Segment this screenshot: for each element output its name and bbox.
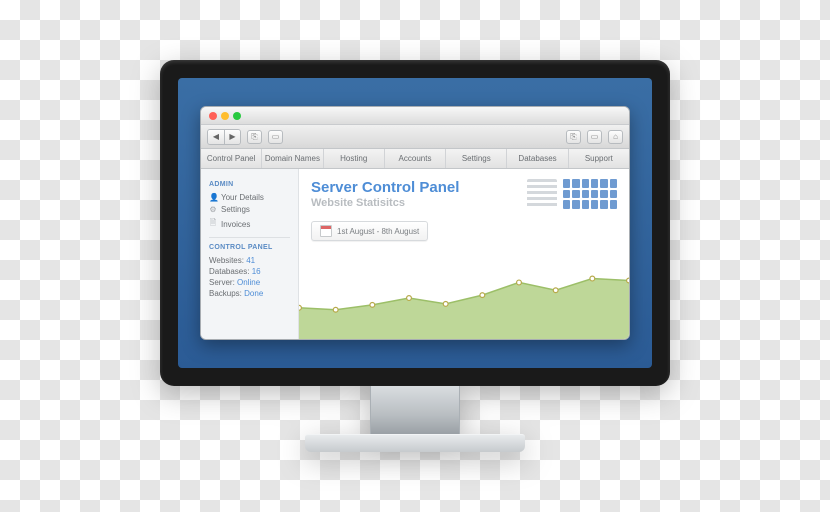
tab-domain-names[interactable]: Domain Names <box>262 149 323 168</box>
forward-button[interactable]: ▶ <box>224 130 240 144</box>
clipboard-icon-2[interactable]: ⎘ <box>566 130 581 144</box>
stat-databases: Databases: 16 <box>209 267 290 276</box>
stat-backups: Backups: Done <box>209 289 290 298</box>
page-subtitle: Website Statisitcs <box>311 197 517 209</box>
sidebar-item-label: Settings <box>221 205 250 214</box>
stat-websites: Websites: 41 <box>209 256 290 265</box>
tab-support[interactable]: Support <box>569 149 629 168</box>
sidebar-item-label: Invoices <box>221 220 250 229</box>
briefcase-icon[interactable]: ▭ <box>268 130 283 144</box>
close-icon[interactable] <box>209 112 217 120</box>
clipboard-icon[interactable]: ⎘ <box>247 130 262 144</box>
minimize-icon[interactable] <box>221 112 229 120</box>
stat-value: Done <box>244 289 263 298</box>
stat-label: Backups: <box>209 289 242 298</box>
view-list-icon[interactable] <box>527 179 557 209</box>
briefcase-icon-2[interactable]: ▭ <box>587 130 602 144</box>
tab-hosting[interactable]: Hosting <box>324 149 385 168</box>
sidebar-cp-header: CONTROL PANEL <box>209 244 290 251</box>
sidebar-divider <box>209 237 290 238</box>
monitor-stand-base <box>305 434 525 452</box>
stat-server: Server: Online <box>209 278 290 287</box>
sidebar-admin-header: ADMIN <box>209 181 290 188</box>
monitor-frame: ◀ ▶ ⎘ ▭ ⎘ ▭ ⌂ Control Panel Domain Names… <box>160 60 670 452</box>
nav-button-group: ◀ ▶ <box>207 129 241 145</box>
window-toolbar: ◀ ▶ ⎘ ▭ ⎘ ▭ ⌂ <box>201 125 629 149</box>
sidebar: ADMIN 👤 Your Details ⚙ Settings 🗎 Invoic… <box>201 169 299 339</box>
tab-settings[interactable]: Settings <box>446 149 507 168</box>
back-button[interactable]: ◀ <box>208 130 224 144</box>
stats-chart <box>299 261 629 339</box>
desktop-wallpaper: ◀ ▶ ⎘ ▭ ⎘ ▭ ⌂ Control Panel Domain Names… <box>178 78 652 368</box>
page-title: Server Control Panel <box>311 179 517 196</box>
stat-label: Server: <box>209 278 235 287</box>
home-icon[interactable]: ⌂ <box>608 130 623 144</box>
document-icon: 🗎 <box>209 217 217 231</box>
view-thumbnails <box>527 179 617 209</box>
tab-bar: Control Panel Domain Names Hosting Accou… <box>201 149 629 169</box>
tab-control-panel[interactable]: Control Panel <box>201 149 262 168</box>
sidebar-item-your-details[interactable]: 👤 Your Details <box>209 193 290 202</box>
stat-value: 16 <box>252 267 261 276</box>
sidebar-item-invoices[interactable]: 🗎 Invoices <box>209 217 290 231</box>
date-range-picker[interactable]: 1st August - 8th August <box>311 221 428 241</box>
tab-accounts[interactable]: Accounts <box>385 149 446 168</box>
view-grid-icon[interactable] <box>563 179 617 209</box>
calendar-icon <box>320 225 332 237</box>
window-titlebar <box>201 107 629 125</box>
sidebar-item-settings[interactable]: ⚙ Settings <box>209 205 290 214</box>
window-body: ADMIN 👤 Your Details ⚙ Settings 🗎 Invoic… <box>201 169 629 339</box>
zoom-icon[interactable] <box>233 112 241 120</box>
stat-value: Online <box>237 278 260 287</box>
user-icon: 👤 <box>209 193 217 202</box>
stat-label: Websites: <box>209 256 244 265</box>
monitor-stand-neck <box>370 386 460 434</box>
screen-bezel: ◀ ▶ ⎘ ▭ ⎘ ▭ ⌂ Control Panel Domain Names… <box>160 60 670 386</box>
main-panel: Server Control Panel Website Statisitcs <box>299 169 629 339</box>
date-range-label: 1st August - 8th August <box>337 227 419 236</box>
app-window: ◀ ▶ ⎘ ▭ ⎘ ▭ ⌂ Control Panel Domain Names… <box>200 106 630 340</box>
main-header-row: Server Control Panel Website Statisitcs <box>311 179 617 209</box>
tab-databases[interactable]: Databases <box>507 149 568 168</box>
gear-icon: ⚙ <box>209 205 217 214</box>
stat-label: Databases: <box>209 267 249 276</box>
sidebar-item-label: Your Details <box>221 193 264 202</box>
stat-value: 41 <box>246 256 255 265</box>
